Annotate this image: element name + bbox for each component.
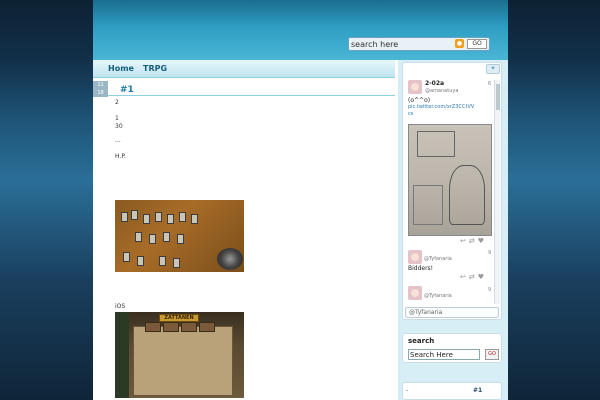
- photo-banner: ZATTANEN: [159, 314, 199, 322]
- tweet-time: 6: [488, 81, 492, 87]
- photo-dial: [217, 248, 243, 270]
- search-widget-title: search: [408, 337, 435, 345]
- photo-card: [179, 212, 186, 222]
- sketch-figure: [449, 165, 485, 225]
- photo-card: [159, 256, 166, 266]
- photo-card: [137, 256, 144, 266]
- sketch-panel: [417, 131, 455, 157]
- reply-icon[interactable]: ↩: [460, 237, 469, 245]
- post-line-ios: iOS: [115, 303, 126, 310]
- nav-trpg[interactable]: TRPG: [143, 64, 167, 73]
- post-line: H.P.: [115, 153, 126, 160]
- photo-side-panel: [115, 312, 129, 398]
- tweet-link-cont[interactable]: cs: [408, 111, 413, 117]
- post-photo-boardgame[interactable]: [115, 200, 244, 272]
- nav-subbar: [93, 78, 395, 96]
- post-title[interactable]: #1: [120, 85, 134, 95]
- photo-card: [177, 234, 184, 244]
- photo-card: [135, 232, 142, 242]
- sketch-panel: [413, 185, 443, 225]
- retweet-icon[interactable]: ⇄: [469, 237, 478, 245]
- header-search-input[interactable]: [351, 39, 453, 49]
- recent-post-link[interactable]: #1: [473, 387, 482, 394]
- like-icon[interactable]: ♥: [478, 273, 487, 281]
- avatar[interactable]: [408, 80, 422, 94]
- post-date-month: 11: [93, 81, 108, 89]
- twitter-scrollbar[interactable]: [494, 80, 500, 304]
- search-widget: search GO: [402, 333, 502, 363]
- post-photo-app-screenshot[interactable]: ZATTANEN: [115, 312, 244, 398]
- tweet-time: 9: [488, 250, 492, 256]
- like-icon[interactable]: ♥: [478, 237, 487, 245]
- photo-card: [123, 252, 130, 262]
- tweet-author-handle[interactable]: @amanatuya: [425, 88, 458, 94]
- site-header: [93, 0, 508, 60]
- tweet-actions[interactable]: ↩⇄♥: [460, 237, 487, 245]
- nav-home[interactable]: Home: [108, 64, 134, 73]
- photo-card: [143, 214, 150, 224]
- retweet-icon[interactable]: ⇄: [469, 273, 478, 281]
- post-line: 1: [115, 115, 119, 122]
- rss-icon[interactable]: ●: [455, 39, 464, 48]
- tweet-text: Bidders!: [408, 265, 434, 272]
- scrollbar-thumb[interactable]: [496, 84, 500, 110]
- post-line: 30: [115, 123, 123, 130]
- post-date-day: 18: [93, 89, 108, 97]
- twitter-footer-handle[interactable]: @Tyfanaria: [405, 307, 499, 318]
- reply-icon[interactable]: ↩: [460, 273, 469, 281]
- main-nav: Home TRPG: [93, 60, 395, 78]
- photo-game-board: [133, 326, 233, 396]
- twitter-bird-icon[interactable]: ✦: [486, 64, 500, 74]
- sidebar-search-input[interactable]: [408, 349, 480, 360]
- photo-card: [173, 258, 180, 268]
- post-line: 2: [115, 99, 119, 106]
- photo-card: [163, 232, 170, 242]
- photo-card: [121, 212, 128, 222]
- tweet-time: 9: [488, 287, 492, 293]
- recent-posts-widget: - #1: [402, 382, 502, 400]
- recent-post-bullet: -: [406, 387, 409, 394]
- tweet-image[interactable]: [408, 124, 492, 236]
- header-search-box: ● GO: [348, 37, 490, 51]
- tweet-actions[interactable]: ↩⇄♥: [460, 273, 487, 281]
- photo-card: [167, 214, 174, 224]
- tweet-author-handle[interactable]: @Tyfanaria: [424, 293, 452, 299]
- photo-card: [155, 212, 162, 222]
- tweet-link[interactable]: pic.twitter.com/xrZ3CCtVV: [408, 104, 474, 110]
- post-line: ...: [115, 137, 121, 144]
- photo-card: [131, 210, 138, 220]
- tweet-author-handle[interactable]: @Tyfanaria: [424, 256, 452, 262]
- photo-card: [191, 214, 198, 224]
- photo-card: [149, 234, 156, 244]
- tweet-text: (o^^o): [408, 97, 431, 104]
- header-go-button[interactable]: GO: [467, 39, 487, 49]
- photo-hero-row: [145, 322, 215, 332]
- avatar[interactable]: [408, 250, 422, 264]
- tweet-author-name[interactable]: 2-02a: [425, 80, 444, 87]
- sidebar-search-go-button[interactable]: GO: [485, 349, 499, 360]
- avatar[interactable]: [408, 286, 422, 300]
